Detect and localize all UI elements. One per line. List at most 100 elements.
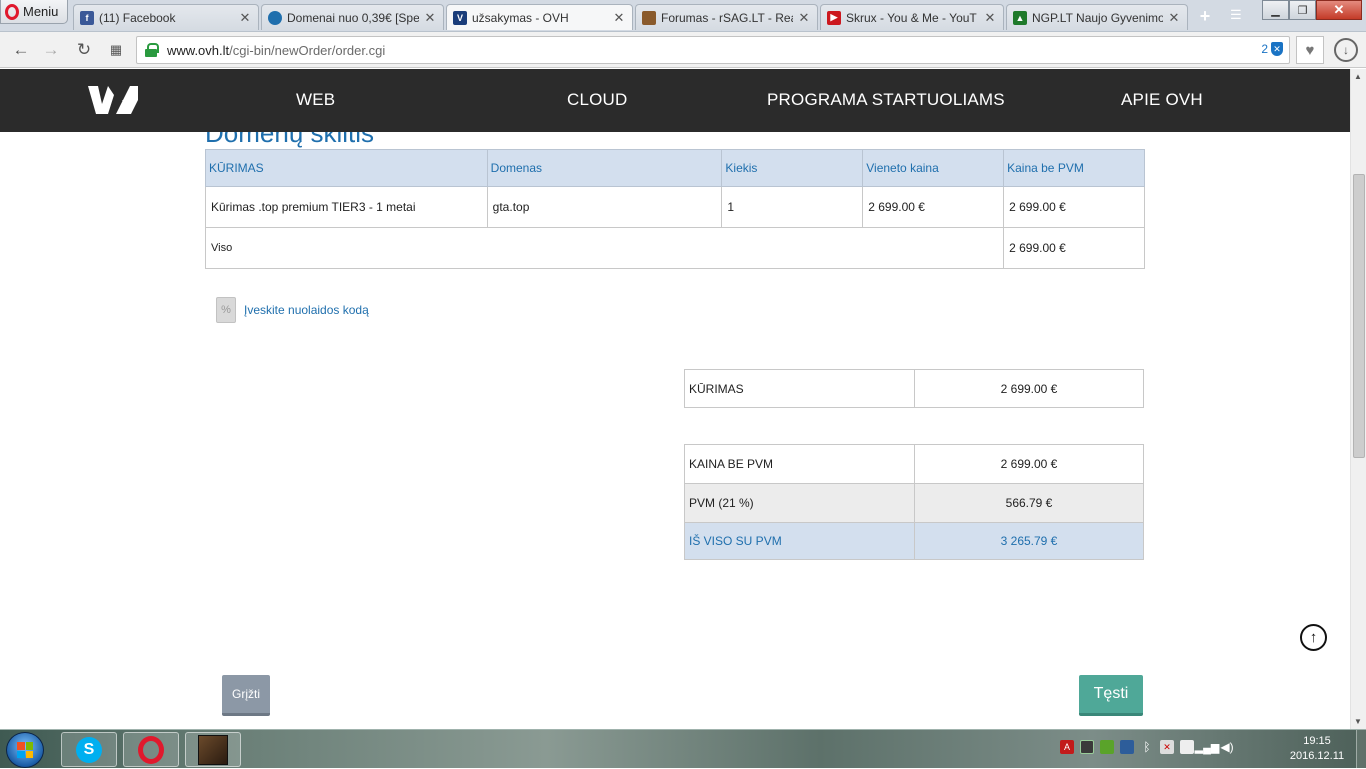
maximize-icon[interactable]: ❐ — [1289, 0, 1316, 20]
tab-facebook[interactable]: f (11) Facebook ✕ — [73, 4, 259, 30]
adobe-icon[interactable]: A — [1060, 740, 1074, 754]
tab-title: Forumas - rSAG.LT - Real — [661, 10, 793, 25]
minimize-icon[interactable]: ▁ — [1262, 0, 1289, 20]
vat-label: PVM (21 %) — [684, 483, 915, 523]
tab-youtube[interactable]: ▶ Skrux - You & Me - YouT ✕ — [820, 4, 1004, 30]
taskbar-clock[interactable]: 19:15 2016.12.11 — [1280, 734, 1354, 764]
forward-arrow-icon[interactable]: → — [41, 40, 61, 60]
heart-icon[interactable]: ♥ — [1296, 36, 1324, 64]
unit-price-cell: 2 699.00 € — [862, 186, 1005, 228]
adblock-badge[interactable]: 2 ✕ — [1261, 42, 1283, 56]
total-label: Viso — [204, 227, 1005, 269]
column-header: Domenas — [486, 149, 723, 187]
page-content: Domenų skiltis KŪRIMAS Domenas Kiekis Vi… — [0, 132, 1350, 729]
facebook-icon: f — [80, 10, 94, 25]
scroll-thumb[interactable] — [1353, 174, 1365, 458]
windows-logo-icon — [17, 742, 33, 758]
show-desktop-button[interactable] — [1356, 730, 1366, 769]
adblock-count: 2 — [1261, 42, 1268, 56]
new-tab-plus-icon[interactable]: + — [1196, 6, 1214, 27]
tab-menu-icon[interactable]: ☰ — [1230, 7, 1242, 23]
close-icon[interactable]: ✕ — [238, 10, 252, 26]
product-cell: Kūrimas .top premium TIER3 - 1 metai — [205, 186, 488, 228]
close-icon[interactable]: ✕ — [423, 10, 437, 26]
clipboard-icon[interactable] — [1180, 740, 1194, 754]
url-path: /cgi-bin/newOrder/order.cgi — [229, 42, 386, 58]
forum-icon — [642, 10, 656, 25]
column-header: KŪRIMAS — [205, 149, 488, 187]
windows-taskbar: S A ᛒ ✕ ▂▄▆ ◀) 19:15 2016.12.11 — [0, 729, 1366, 769]
continue-button[interactable]: Tęsti — [1079, 675, 1143, 716]
youtube-icon: ▶ — [827, 10, 841, 25]
reload-icon[interactable]: ↻ — [74, 40, 94, 60]
clock-time: 19:15 — [1303, 735, 1331, 747]
table-row: IŠ VISO SU PVM 3 265.79 € — [684, 522, 1144, 560]
bluetooth-icon[interactable]: ᛒ — [1140, 740, 1154, 754]
nav-web[interactable]: WEB — [296, 90, 335, 110]
opera-icon — [138, 735, 164, 764]
close-icon[interactable]: ✕ — [1167, 10, 1181, 26]
page-title: Domenų skiltis — [205, 132, 375, 148]
order-table-header-row: KŪRIMAS Domenas Kiekis Vieneto kaina Kai… — [205, 149, 1145, 187]
scroll-to-top-icon[interactable]: ↑ — [1300, 624, 1327, 651]
game-icon — [198, 734, 228, 765]
summary-value: 2 699.00 € — [914, 369, 1144, 408]
ovh-icon: V — [453, 10, 467, 25]
monitor-icon[interactable] — [1080, 740, 1094, 754]
promo-code-link[interactable]: Įveskite nuolaidos kodą — [244, 303, 369, 317]
page-scrollbar[interactable]: ▲ ▼ — [1350, 69, 1366, 729]
tab-ovh-order[interactable]: V užsakymas - OVH ✕ — [446, 4, 633, 30]
price-cell: 2 699.00 € — [1003, 186, 1145, 228]
opera-logo-icon — [5, 3, 19, 20]
close-icon[interactable]: ✕ — [983, 10, 997, 26]
grand-total-label: IŠ VISO SU PVM — [684, 522, 915, 560]
domain-cell: gta.top — [486, 186, 723, 228]
promo-code-row: % Įveskite nuolaidos kodą — [216, 297, 369, 323]
tab-domenai[interactable]: Domenai nuo 0,39€ [Spec ✕ — [261, 4, 444, 30]
tab-title: (11) Facebook — [99, 10, 176, 25]
skype-icon: S — [76, 736, 102, 763]
close-icon[interactable]: ✕ — [797, 10, 811, 26]
network-adapter-icon[interactable] — [1120, 740, 1134, 754]
download-icon[interactable]: ↓ — [1334, 38, 1358, 62]
scroll-up-arrow-icon[interactable]: ▲ — [1354, 72, 1362, 81]
taskbar-game[interactable] — [185, 732, 241, 767]
window-close-icon[interactable]: ✕ — [1316, 0, 1362, 20]
browser-menu-button[interactable]: Meniu — [0, 0, 68, 24]
summary-label: KŪRIMAS — [684, 369, 915, 408]
vat-value: 566.79 € — [914, 483, 1144, 523]
table-row: KAINA BE PVM 2 699.00 € — [684, 444, 1144, 484]
back-arrow-icon[interactable]: ← — [11, 40, 31, 60]
nav-cloud[interactable]: CLOUD — [567, 90, 628, 110]
nvidia-icon[interactable] — [1100, 740, 1114, 754]
table-row: PVM (21 %) 566.79 € — [684, 483, 1144, 523]
url-field[interactable]: www.ovh.lt/cgi-bin/newOrder/order.cgi 2 … — [136, 36, 1290, 64]
subtotal-value: 2 699.00 € — [914, 444, 1144, 484]
total-value: 2 699.00 € — [1003, 227, 1145, 269]
system-tray: A ᛒ ✕ ▂▄▆ ◀) — [1060, 740, 1234, 754]
browser-menu-label: Meniu — [23, 4, 59, 19]
back-button[interactable]: Grįžti — [222, 675, 270, 716]
site-header: WEB CLOUD PROGRAMA STARTUOLIAMS APIE OVH — [0, 69, 1350, 132]
nav-startups[interactable]: PROGRAMA STARTUOLIAMS — [767, 90, 1005, 110]
taskbar-opera[interactable] — [123, 732, 179, 767]
order-table: KŪRIMAS Domenas Kiekis Vieneto kaina Kai… — [204, 149, 1145, 269]
ovh-logo-icon[interactable] — [86, 83, 140, 117]
speed-dial-grid-icon[interactable]: ▦ — [106, 42, 126, 58]
close-icon[interactable]: ✕ — [612, 10, 626, 26]
start-button[interactable] — [6, 732, 44, 768]
pacman-icon — [268, 10, 282, 25]
action-center-flag-icon[interactable]: ✕ — [1160, 740, 1174, 754]
nav-about-ovh[interactable]: APIE OVH — [1121, 90, 1203, 110]
table-row: Kūrimas .top premium TIER3 - 1 metai gta… — [205, 186, 1145, 228]
clock-date: 2016.12.11 — [1289, 750, 1345, 762]
taskbar-skype[interactable]: S — [61, 732, 117, 767]
lock-icon — [145, 43, 159, 57]
tab-ngp[interactable]: ▲ NGP.LT Naujo Gyvenimo ✕ — [1006, 4, 1188, 30]
signal-bars-icon[interactable]: ▂▄▆ — [1195, 740, 1220, 754]
scroll-down-arrow-icon[interactable]: ▼ — [1354, 717, 1362, 726]
tab-forumas[interactable]: Forumas - rSAG.LT - Real ✕ — [635, 4, 818, 30]
volume-icon[interactable]: ◀) — [1220, 740, 1234, 754]
tab-title: NGP.LT Naujo Gyvenimo — [1032, 10, 1163, 25]
column-header: Kaina be PVM — [1003, 149, 1145, 187]
